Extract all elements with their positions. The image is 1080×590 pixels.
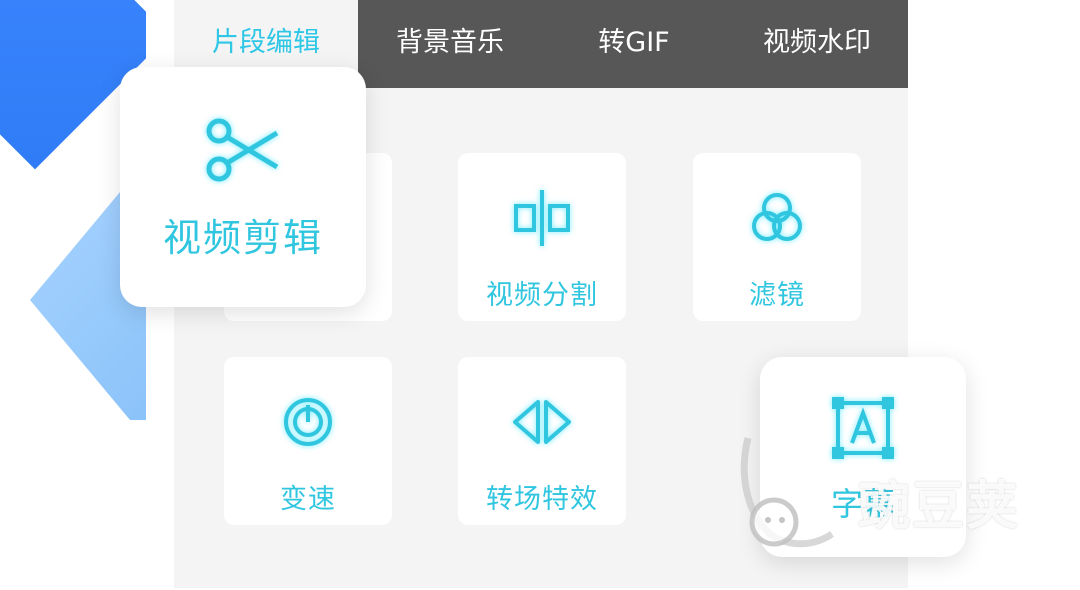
- transition-card[interactable]: 转场特效: [458, 357, 626, 525]
- transition-label: 转场特效: [486, 484, 598, 515]
- video-edit-card[interactable]: 视频剪辑: [120, 67, 366, 307]
- subtitle-card[interactable]: 字幕: [760, 357, 966, 557]
- video-split-label: 视频分割: [486, 280, 598, 311]
- text-box-icon: [832, 397, 894, 463]
- scissors-icon: [205, 117, 281, 187]
- transition-icon: [507, 387, 577, 457]
- speedometer-icon: [273, 387, 343, 457]
- split-icon: [507, 183, 577, 253]
- subtitle-label: 字幕: [830, 485, 895, 523]
- speed-label: 变速: [280, 484, 336, 515]
- tab-to-gif[interactable]: 转GIF: [542, 0, 726, 78]
- filter-card[interactable]: 滤镜: [693, 153, 861, 321]
- filter-icon: [742, 183, 812, 253]
- video-edit-label: 视频剪辑: [162, 216, 323, 260]
- tab-video-watermark[interactable]: 视频水印: [726, 0, 908, 78]
- tab-background-music[interactable]: 背景音乐: [358, 0, 542, 78]
- speed-card[interactable]: 变速: [224, 357, 392, 525]
- video-split-card[interactable]: 视频分割: [458, 153, 626, 321]
- filter-label: 滤镜: [749, 280, 805, 311]
